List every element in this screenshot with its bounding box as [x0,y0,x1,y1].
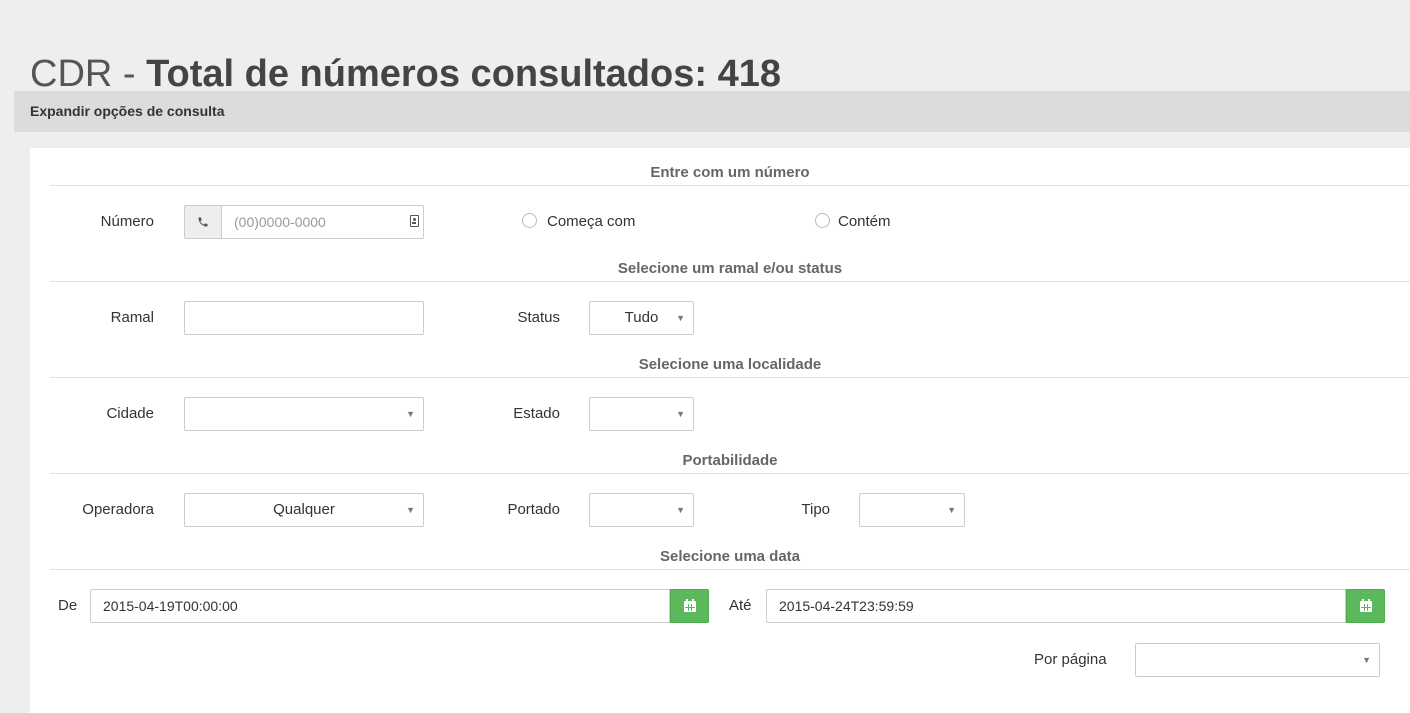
section-title-locality: Selecione uma localidade [50,352,1410,378]
city-select[interactable]: ▼ [184,397,424,431]
expand-options-toggle[interactable]: Expandir opções de consulta [14,91,1410,132]
contact-card-icon[interactable] [410,215,419,227]
radio-contains[interactable] [815,213,830,228]
ported-select[interactable]: ▼ [589,493,694,527]
page-title: CDR - Total de números consultados: 418 [30,53,781,96]
state-label: Estado [513,405,560,422]
radio-starts-with[interactable] [522,213,537,228]
status-label: Status [517,309,560,326]
page-title-main: Total de números consultados: 418 [146,53,781,96]
date-to-calendar-button[interactable] [1346,589,1385,623]
carrier-label: Operadora [82,501,154,518]
city-label: Cidade [106,405,154,422]
caret-down-icon: ▼ [406,505,415,515]
caret-down-icon: ▼ [676,409,685,419]
type-label: Tipo [801,501,830,518]
calendar-icon [1359,598,1372,612]
status-selected-value: Tudo [624,309,659,326]
caret-down-icon: ▼ [676,313,685,323]
section-title-number: Entre com um número [50,160,1410,186]
ported-label: Portado [507,501,560,518]
caret-down-icon: ▼ [406,409,415,419]
date-from-field-box [90,589,670,623]
extension-field-box [184,301,424,335]
number-label: Número [100,213,154,230]
carrier-selected-value: Qualquer [273,501,335,518]
caret-down-icon: ▼ [1362,655,1371,665]
query-options-panel: Entre com um número Número Começa com Co… [30,148,1410,713]
date-to-label: Até [729,597,752,614]
type-select[interactable]: ▼ [859,493,965,527]
page-title-prefix: CDR - [30,53,147,96]
date-to-field-box [766,589,1346,623]
date-from-calendar-button[interactable] [670,589,709,623]
status-select[interactable]: Tudo ▼ [589,301,694,335]
section-title-extension-status: Selecione um ramal e/ou status [50,256,1410,282]
number-input[interactable] [222,206,402,238]
caret-down-icon: ▼ [676,505,685,515]
extension-input[interactable] [185,302,423,334]
date-to-input[interactable] [767,590,1345,622]
radio-contains-label[interactable]: Contém [838,205,891,239]
section-title-portability: Portabilidade [50,448,1410,474]
caret-down-icon: ▼ [947,505,956,515]
state-select[interactable]: ▼ [589,397,694,431]
calendar-icon [683,598,696,612]
phone-icon [185,206,222,238]
extension-label: Ramal [110,309,154,326]
date-from-label: De [58,597,78,614]
date-from-input[interactable] [91,590,669,622]
number-input-group [184,205,424,239]
section-title-date: Selecione uma data [50,544,1410,570]
per-page-label: Por página [1034,651,1107,668]
radio-starts-with-label[interactable]: Começa com [547,205,635,239]
carrier-select[interactable]: Qualquer ▼ [184,493,424,527]
per-page-select[interactable]: ▼ [1135,643,1380,677]
